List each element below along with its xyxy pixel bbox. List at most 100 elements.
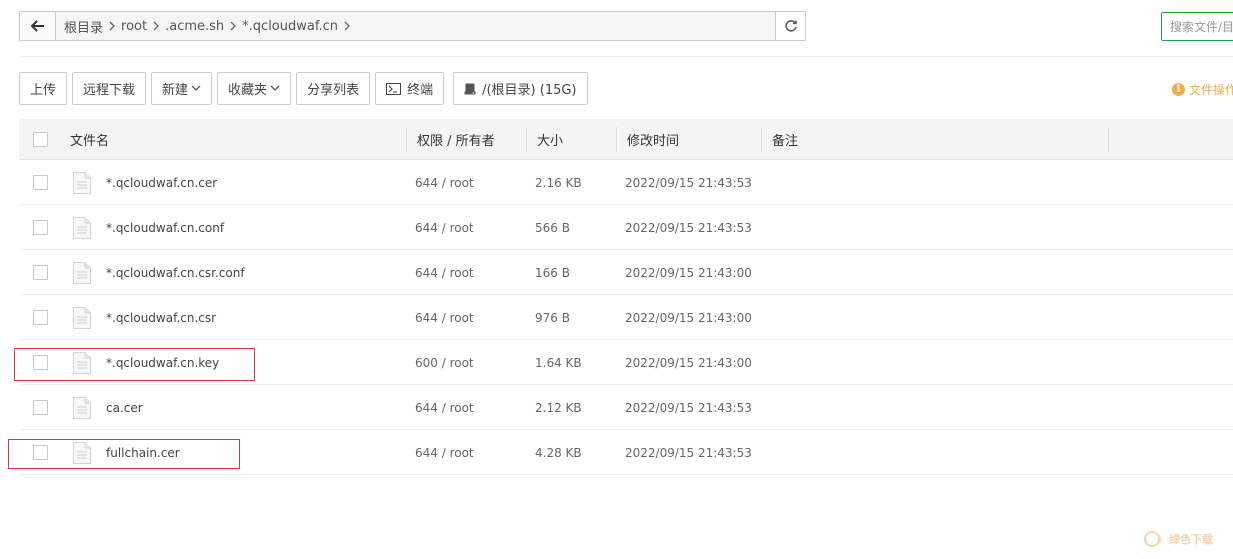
leaf-icon xyxy=(1144,531,1161,547)
file-mtime: 2022/09/15 21:43:53 xyxy=(625,175,752,190)
table-row[interactable]: ca.cer 644 / root 2.12 KB 2022/09/15 21:… xyxy=(19,385,1233,430)
header-note: 备注 xyxy=(772,134,799,149)
favorites-button[interactable]: 收藏夹 xyxy=(217,72,292,105)
file-icon xyxy=(73,385,91,430)
file-name[interactable]: *.qcloudwaf.cn.csr xyxy=(106,295,216,340)
file-size: 4.28 KB xyxy=(535,445,582,460)
column-divider xyxy=(526,127,527,152)
refresh-icon xyxy=(784,20,797,32)
upload-button[interactable]: 上传 xyxy=(19,72,68,105)
file-table: 文件名 权限 / 所有者 大小 修改时间 备注 *.qcloudwaf.cn.c… xyxy=(19,119,1233,475)
row-checkbox-cell[interactable] xyxy=(33,205,48,250)
table-row[interactable]: *.qcloudwaf.cn.csr 644 / root 976 B 2022… xyxy=(19,295,1233,340)
file-mtime: 2022/09/15 21:43:00 xyxy=(625,265,752,280)
info-icon: i xyxy=(1172,83,1185,96)
favorites-label: 收藏夹 xyxy=(228,83,268,98)
table-row[interactable]: *.qcloudwaf.cn.cer 644 / root 2.16 KB 20… xyxy=(19,160,1233,205)
chevron-down-icon xyxy=(191,85,201,92)
terminal-button[interactable]: 终端 xyxy=(375,72,445,105)
share-list-label: 分享列表 xyxy=(307,83,360,98)
column-divider xyxy=(1108,127,1109,152)
file-permission[interactable]: 644 / root xyxy=(415,250,474,295)
arrow-left-icon xyxy=(30,20,44,32)
column-divider xyxy=(406,127,407,152)
remote-download-button[interactable]: 远程下载 xyxy=(72,72,147,105)
column-divider xyxy=(616,127,617,152)
new-label: 新建 xyxy=(162,83,189,98)
file-operations-label: 文件操作 xyxy=(1189,83,1233,97)
row-checkbox-cell[interactable] xyxy=(33,250,48,295)
watermark-logo: 绿色下载 xyxy=(1143,530,1213,548)
back-button[interactable] xyxy=(20,12,56,40)
terminal-icon xyxy=(386,82,402,95)
select-all-checkbox[interactable] xyxy=(33,132,48,147)
file-name[interactable]: ca.cer xyxy=(106,385,143,430)
file-permission[interactable]: 600 / root xyxy=(415,340,474,385)
new-button[interactable]: 新建 xyxy=(151,72,213,105)
file-size: 566 B xyxy=(535,220,570,235)
file-permission[interactable]: 644 / root xyxy=(415,430,474,475)
file-size: 166 B xyxy=(535,265,570,280)
header-size[interactable]: 大小 xyxy=(537,119,563,160)
file-icon xyxy=(73,250,91,295)
breadcrumb-root-dir[interactable]: 根目录 xyxy=(64,17,103,36)
row-checkbox[interactable] xyxy=(33,220,48,235)
chevron-down-icon xyxy=(270,85,280,92)
file-size: 2.16 KB xyxy=(535,175,582,190)
chevron-right-icon xyxy=(338,21,356,31)
chevron-right-icon xyxy=(147,21,165,31)
refresh-button[interactable] xyxy=(775,12,805,40)
file-mtime: 2022/09/15 21:43:53 xyxy=(625,445,752,460)
row-checkbox[interactable] xyxy=(33,400,48,415)
file-mtime: 2022/09/15 21:43:53 xyxy=(625,220,752,235)
row-checkbox[interactable] xyxy=(33,265,48,280)
file-name[interactable]: *.qcloudwaf.cn.conf xyxy=(106,205,224,250)
toolbar: 上传 远程下载 新建 收藏夹 分享列表 终端 /(根目录) (15G) xyxy=(19,72,588,105)
row-checkbox-cell[interactable] xyxy=(33,160,48,205)
header-modified-time[interactable]: 修改时间 xyxy=(627,119,679,160)
file-name[interactable]: *.qcloudwaf.cn.cer xyxy=(106,160,217,205)
row-checkbox-cell[interactable] xyxy=(33,385,48,430)
highlight-box-fullchain xyxy=(8,439,240,469)
breadcrumb: 根目录 root .acme.sh *.qcloudwaf.cn xyxy=(56,12,775,40)
column-divider xyxy=(761,127,762,152)
file-mtime: 2022/09/15 21:43:53 xyxy=(625,400,752,415)
search-input[interactable]: 搜索文件/目 xyxy=(1161,12,1233,41)
file-permission[interactable]: 644 / root xyxy=(415,295,474,340)
disk-button[interactable]: /(根目录) (15G) xyxy=(453,72,588,105)
file-name[interactable]: *.qcloudwaf.cn.csr.conf xyxy=(106,250,245,295)
file-permission[interactable]: 644 / root xyxy=(415,160,474,205)
file-permission[interactable]: 644 / root xyxy=(415,385,474,430)
file-size: 976 B xyxy=(535,310,570,325)
file-icon xyxy=(73,160,91,205)
row-checkbox-cell[interactable] xyxy=(33,295,48,340)
file-permission[interactable]: 644 / root xyxy=(415,205,474,250)
file-size: 2.12 KB xyxy=(535,400,582,415)
remote-download-label: 远程下载 xyxy=(83,83,136,98)
breadcrumb-root[interactable]: root xyxy=(121,19,147,34)
chevron-right-icon xyxy=(224,21,242,31)
header-permission[interactable]: 权限 / 所有者 xyxy=(417,119,495,160)
row-checkbox[interactable] xyxy=(33,310,48,325)
search-placeholder: 搜索文件/目 xyxy=(1170,20,1233,34)
breadcrumb-current[interactable]: *.qcloudwaf.cn xyxy=(242,19,338,34)
breadcrumb-acme[interactable]: .acme.sh xyxy=(165,19,224,34)
share-list-button[interactable]: 分享列表 xyxy=(296,72,371,105)
table-header: 文件名 权限 / 所有者 大小 修改时间 备注 xyxy=(19,119,1233,160)
file-mtime: 2022/09/15 21:43:00 xyxy=(625,310,752,325)
watermark-text: 绿色下载 xyxy=(1169,533,1213,546)
file-operations-link[interactable]: i 文件操作 xyxy=(1172,81,1233,98)
terminal-label: 终端 xyxy=(407,83,434,98)
highlight-box-key-file xyxy=(14,348,255,381)
chevron-right-icon xyxy=(103,21,121,31)
select-all-checkbox-cell[interactable] xyxy=(33,119,48,160)
path-bar: 根目录 root .acme.sh *.qcloudwaf.cn xyxy=(19,11,806,41)
file-icon xyxy=(73,205,91,250)
file-icon xyxy=(73,295,91,340)
row-checkbox[interactable] xyxy=(33,175,48,190)
disk-label: /(根目录) (15G) xyxy=(482,83,577,98)
table-row[interactable]: *.qcloudwaf.cn.csr.conf 644 / root 166 B… xyxy=(19,250,1233,295)
upload-label: 上传 xyxy=(30,83,57,98)
header-filename[interactable]: 文件名 xyxy=(70,119,109,160)
table-row[interactable]: *.qcloudwaf.cn.conf 644 / root 566 B 202… xyxy=(19,205,1233,250)
